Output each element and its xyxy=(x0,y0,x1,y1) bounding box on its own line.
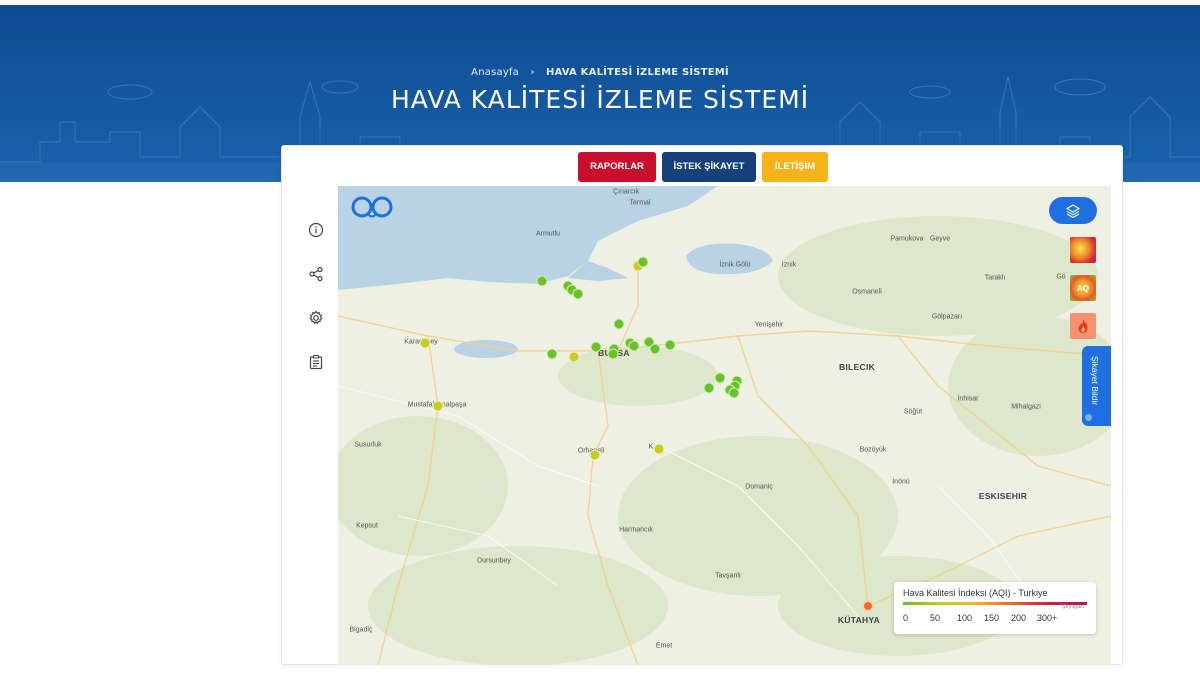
place-label: Söğüt xyxy=(903,408,923,416)
place-label: Susurluk xyxy=(354,441,382,449)
place-label: Dursunbey xyxy=(477,557,511,565)
settings-button[interactable] xyxy=(304,306,328,330)
place-label: Gö xyxy=(1056,273,1066,281)
station-marker[interactable] xyxy=(419,337,431,349)
station-marker[interactable] xyxy=(568,351,580,363)
breadcrumb-home-link[interactable]: Anasayfa xyxy=(471,67,519,78)
legend-tick: 200 xyxy=(1011,613,1027,623)
legend-tick: 0 xyxy=(903,613,909,623)
layers-icon xyxy=(1065,203,1081,218)
station-marker[interactable] xyxy=(432,400,444,412)
share-button[interactable] xyxy=(304,262,328,286)
place-label: Osmaneli xyxy=(852,288,882,296)
clipboard-icon xyxy=(309,354,323,370)
info-button[interactable] xyxy=(304,218,328,242)
place-label: Bozüyük xyxy=(859,446,887,454)
place-label: Mihalgazi xyxy=(1011,403,1041,411)
gear-icon xyxy=(309,310,323,325)
station-marker[interactable] xyxy=(728,387,740,399)
place-label: Yenişehir xyxy=(754,321,784,329)
page-title: HAVA KALİTESİ İZLEME SİSTEMİ xyxy=(390,85,810,114)
place-label: Emet xyxy=(655,642,673,650)
station-marker[interactable] xyxy=(703,382,715,394)
contact-button[interactable]: İLETİŞİM xyxy=(762,152,828,182)
legend-severity-label: Şeyligazi xyxy=(1062,604,1085,610)
place-label: Harmancık xyxy=(619,526,653,534)
place-label: Taraklı xyxy=(984,274,1006,282)
action-buttons: RAPORLAR İSTEK ŞİKAYET İLETİŞİM xyxy=(282,152,1124,182)
city-label-kutahya: KÜTAHYA xyxy=(837,615,881,625)
station-marker[interactable] xyxy=(536,275,548,287)
station-marker[interactable] xyxy=(607,348,619,360)
city-label-eskisehir: ESKISEHIR xyxy=(978,491,1028,501)
side-toolbar xyxy=(304,218,328,394)
station-marker[interactable] xyxy=(649,343,661,355)
heatmap-layer-toggle[interactable] xyxy=(1070,237,1096,263)
station-marker[interactable] xyxy=(590,341,602,353)
place-label: Tavşanlı xyxy=(715,572,741,580)
info-icon xyxy=(308,222,324,238)
place-label: Domaniç xyxy=(745,483,773,491)
station-marker[interactable] xyxy=(653,443,665,455)
report-complaint-tab[interactable]: Şikayet Bildir xyxy=(1082,346,1111,426)
air-quality-map[interactable]: Çınarcık Termal Armutlu İznik Gölü İznik… xyxy=(338,186,1111,665)
city-label-bilecik: BILECIK xyxy=(838,362,876,372)
share-icon xyxy=(309,266,323,282)
aqi-legend: Hava Kalitesi İndeksi (AQI) - Turkiye Şe… xyxy=(894,582,1096,634)
place-label: Kepsut xyxy=(356,522,378,530)
legend-tick: 300+ xyxy=(1037,613,1058,623)
legend-tick: 50 xyxy=(930,613,941,623)
place-label: Çınarcık xyxy=(612,188,640,196)
place-label: Gölpazarı xyxy=(931,313,963,321)
fire-icon xyxy=(1078,319,1088,333)
breadcrumb-separator: › xyxy=(530,67,535,78)
place-label: İnönü xyxy=(892,478,910,486)
station-marker[interactable] xyxy=(613,318,625,330)
station-marker[interactable] xyxy=(714,372,726,384)
aqi-layer-toggle[interactable]: AQ xyxy=(1070,275,1096,301)
place-label: Geyve xyxy=(929,235,951,243)
station-marker[interactable] xyxy=(664,339,676,351)
place-label: Pamukova xyxy=(890,235,924,243)
report-complaint-label: Şikayet Bildir xyxy=(1090,356,1100,406)
legend-title: Hava Kalitesi İndeksi (AQI) - Turkiye xyxy=(903,588,1048,598)
brand-logo xyxy=(348,196,398,224)
breadcrumb-current: HAVA KALİTESİ İZLEME SİSTEMİ xyxy=(545,67,729,78)
station-marker[interactable] xyxy=(628,340,640,352)
station-marker[interactable] xyxy=(589,449,601,461)
fire-marker[interactable] xyxy=(862,600,874,612)
station-marker[interactable] xyxy=(572,288,584,300)
fire-layer-toggle[interactable] xyxy=(1070,313,1096,339)
place-label: Bigadiç xyxy=(349,626,373,634)
status-dot xyxy=(1085,414,1092,421)
content-card: RAPORLAR İSTEK ŞİKAYET İLETİŞİM Çınarcık… xyxy=(281,145,1123,665)
request-complaint-button[interactable]: İSTEK ŞİKAYET xyxy=(662,152,756,182)
place-label: Armutlu xyxy=(535,230,561,238)
legend-color-scale xyxy=(903,602,1087,605)
place-label: İznik xyxy=(781,261,797,269)
place-label: İznik Gölü xyxy=(719,261,751,269)
breadcrumb: Anasayfa › HAVA KALİTESİ İZLEME SİSTEMİ xyxy=(0,67,1200,78)
legend-tick: 150 xyxy=(984,613,1000,623)
aqi-layer-label: AQ xyxy=(1077,283,1089,293)
layers-button[interactable] xyxy=(1049,197,1097,224)
station-marker[interactable] xyxy=(637,256,649,268)
station-marker[interactable] xyxy=(546,348,558,360)
place-label: İnhisar xyxy=(957,395,979,403)
report-form-button[interactable] xyxy=(304,350,328,374)
reports-button[interactable]: RAPORLAR xyxy=(578,152,656,182)
legend-tick: 100 xyxy=(957,613,973,623)
place-label: Termal xyxy=(629,199,651,207)
eyes-logo-icon xyxy=(351,196,393,218)
